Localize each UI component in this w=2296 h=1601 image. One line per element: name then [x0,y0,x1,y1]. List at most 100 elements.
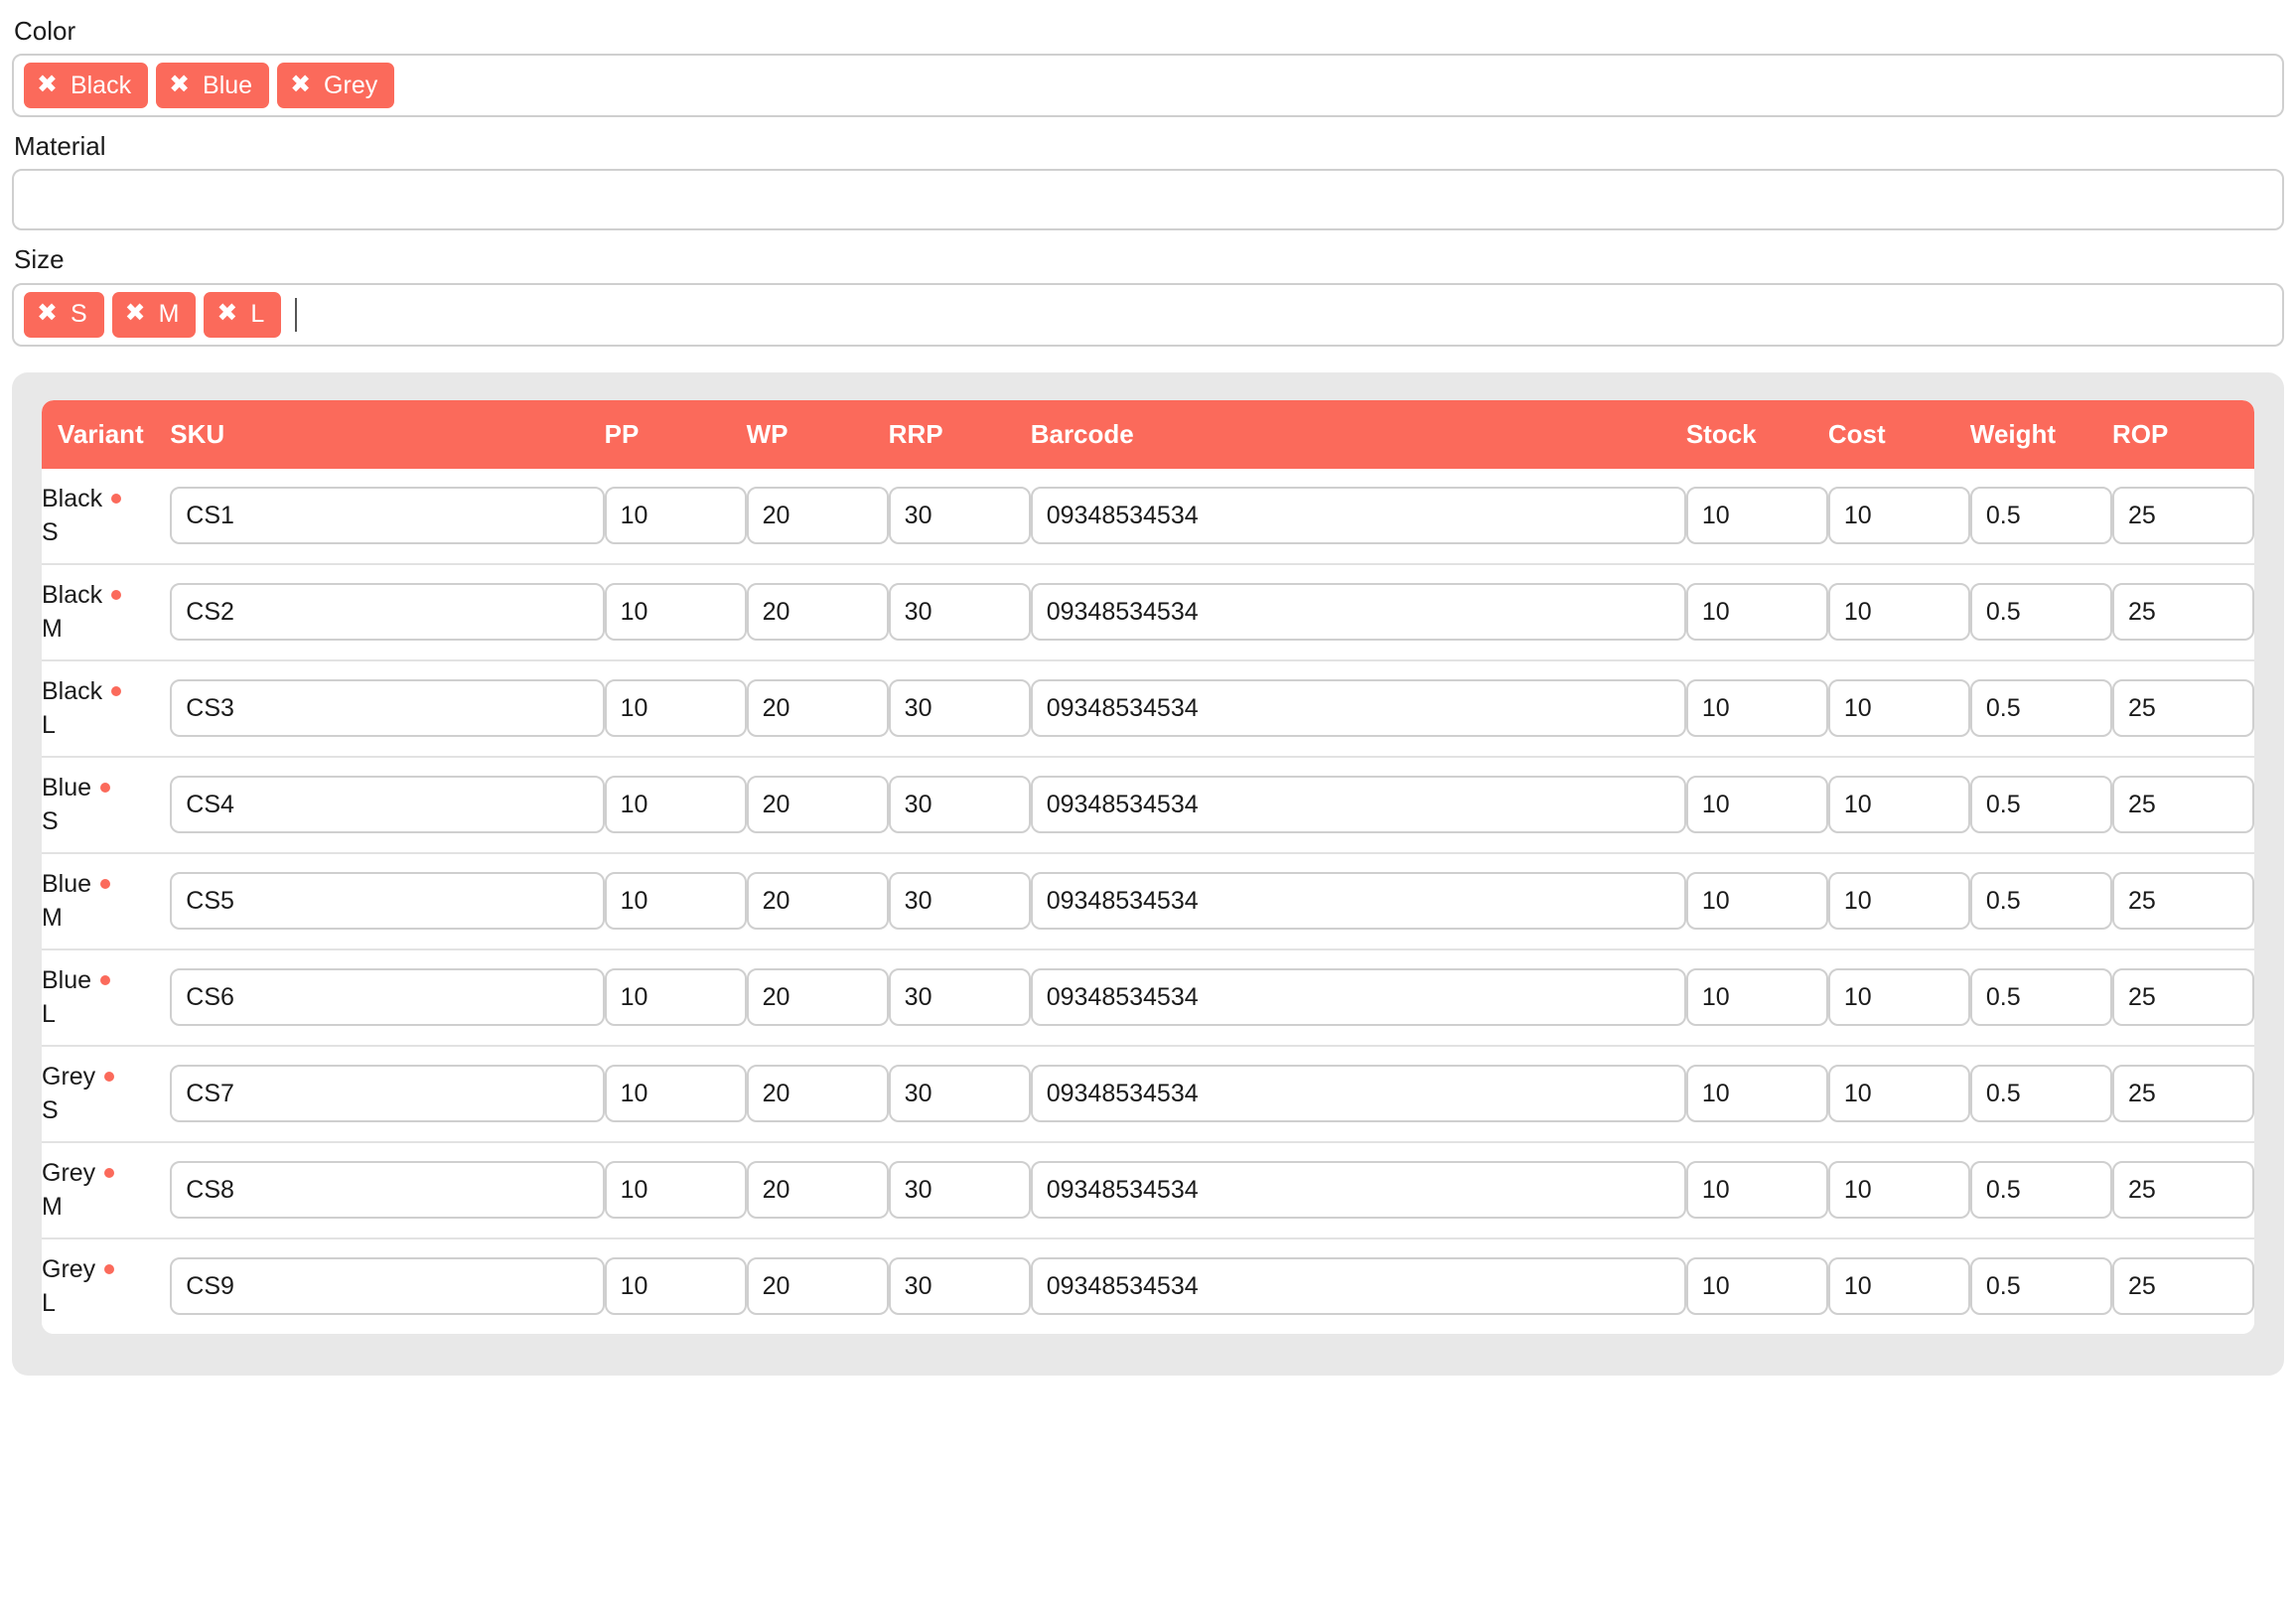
rrp-input[interactable]: 30 [889,1257,1031,1315]
cell-weight: 0.5 [1970,660,2112,757]
rop-input[interactable]: 25 [2112,1065,2254,1122]
stock-input[interactable]: 10 [1686,1161,1828,1219]
cost-input[interactable]: 10 [1828,872,1970,930]
rop-input[interactable]: 25 [2112,1257,2254,1315]
weight-input[interactable]: 0.5 [1970,487,2112,544]
cost-input[interactable]: 10 [1828,487,1970,544]
wp-input[interactable]: 20 [747,968,889,1026]
barcode-input[interactable]: 09348534534 [1031,776,1686,833]
sku-input[interactable]: CS6 [170,968,604,1026]
weight-input[interactable]: 0.5 [1970,1161,2112,1219]
cost-input[interactable]: 10 [1828,583,1970,641]
tag-chip-size-m[interactable]: ✖M [112,292,197,338]
attribute-tag-input-size[interactable]: ✖S✖M✖L [12,283,2284,347]
rrp-input[interactable]: 30 [889,872,1031,930]
stock-input[interactable]: 10 [1686,487,1828,544]
sku-input[interactable]: CS4 [170,776,604,833]
remove-icon[interactable]: ✖ [125,301,146,326]
remove-icon[interactable]: ✖ [37,301,58,326]
wp-input[interactable]: 20 [747,1257,889,1315]
remove-icon[interactable]: ✖ [216,301,237,326]
pp-input[interactable]: 10 [605,872,747,930]
rop-input[interactable]: 25 [2112,968,2254,1026]
remove-icon[interactable]: ✖ [290,73,311,97]
stock-input[interactable]: 10 [1686,1257,1828,1315]
sku-input[interactable]: CS8 [170,1161,604,1219]
rrp-input[interactable]: 30 [889,583,1031,641]
stock-input[interactable]: 10 [1686,872,1828,930]
barcode-input[interactable]: 09348534534 [1031,583,1686,641]
rop-input[interactable]: 25 [2112,872,2254,930]
cost-input[interactable]: 10 [1828,776,1970,833]
weight-input[interactable]: 0.5 [1970,1257,2112,1315]
wp-input[interactable]: 20 [747,776,889,833]
cost-input[interactable]: 10 [1828,1161,1970,1219]
stock-input[interactable]: 10 [1686,679,1828,737]
barcode-input[interactable]: 09348534534 [1031,487,1686,544]
rop-input[interactable]: 25 [2112,679,2254,737]
wp-input[interactable]: 20 [747,1065,889,1122]
cost-input[interactable]: 10 [1828,1257,1970,1315]
rop-input[interactable]: 25 [2112,1161,2254,1219]
rrp-input[interactable]: 30 [889,679,1031,737]
stock-input[interactable]: 10 [1686,776,1828,833]
wp-input[interactable]: 20 [747,1161,889,1219]
barcode-input[interactable]: 09348534534 [1031,968,1686,1026]
weight-input[interactable]: 0.5 [1970,872,2112,930]
wp-input[interactable]: 20 [747,583,889,641]
pp-input[interactable]: 10 [605,1257,747,1315]
barcode-input[interactable]: 09348534534 [1031,679,1686,737]
rrp-input[interactable]: 30 [889,968,1031,1026]
rrp-input[interactable]: 30 [889,1065,1031,1122]
wp-input[interactable]: 20 [747,679,889,737]
tag-chip-size-l[interactable]: ✖L [204,292,281,338]
variants-table-header-row: VariantSKUPPWPRRPBarcodeStockCostWeightR… [42,400,2254,469]
rop-input[interactable]: 25 [2112,583,2254,641]
variant-cell: GreyS [42,1046,170,1142]
pp-input[interactable]: 10 [605,487,747,544]
pp-input[interactable]: 10 [605,968,747,1026]
sku-input[interactable]: CS7 [170,1065,604,1122]
rrp-input[interactable]: 30 [889,487,1031,544]
sku-input[interactable]: CS1 [170,487,604,544]
pp-input[interactable]: 10 [605,583,747,641]
cost-input[interactable]: 10 [1828,679,1970,737]
pp-input[interactable]: 10 [605,776,747,833]
pp-input[interactable]: 10 [605,679,747,737]
tag-chip-color-grey[interactable]: ✖Grey [277,63,394,108]
wp-input[interactable]: 20 [747,487,889,544]
weight-input[interactable]: 0.5 [1970,968,2112,1026]
stock-input[interactable]: 10 [1686,1065,1828,1122]
weight-input[interactable]: 0.5 [1970,679,2112,737]
attribute-tag-input-material[interactable] [12,169,2284,230]
wp-input[interactable]: 20 [747,872,889,930]
weight-input[interactable]: 0.5 [1970,1065,2112,1122]
tag-chip-size-s[interactable]: ✖S [24,292,104,338]
pp-input[interactable]: 10 [605,1161,747,1219]
stock-input[interactable]: 10 [1686,583,1828,641]
weight-input[interactable]: 0.5 [1970,776,2112,833]
barcode-input[interactable]: 09348534534 [1031,1161,1686,1219]
rop-input[interactable]: 25 [2112,776,2254,833]
pp-input[interactable]: 10 [605,1065,747,1122]
cost-input[interactable]: 10 [1828,1065,1970,1122]
stock-input[interactable]: 10 [1686,968,1828,1026]
sku-input[interactable]: CS3 [170,679,604,737]
remove-icon[interactable]: ✖ [169,73,190,97]
barcode-input[interactable]: 09348534534 [1031,1257,1686,1315]
attribute-tag-input-color[interactable]: ✖Black✖Blue✖Grey [12,54,2284,117]
tag-chip-color-blue[interactable]: ✖Blue [156,63,269,108]
cell-cost: 10 [1828,1142,1970,1238]
barcode-input[interactable]: 09348534534 [1031,872,1686,930]
sku-input[interactable]: CS2 [170,583,604,641]
remove-icon[interactable]: ✖ [37,73,58,97]
rrp-input[interactable]: 30 [889,1161,1031,1219]
sku-input[interactable]: CS5 [170,872,604,930]
weight-input[interactable]: 0.5 [1970,583,2112,641]
rop-input[interactable]: 25 [2112,487,2254,544]
barcode-input[interactable]: 09348534534 [1031,1065,1686,1122]
cost-input[interactable]: 10 [1828,968,1970,1026]
tag-chip-color-black[interactable]: ✖Black [24,63,148,108]
rrp-input[interactable]: 30 [889,776,1031,833]
sku-input[interactable]: CS9 [170,1257,604,1315]
